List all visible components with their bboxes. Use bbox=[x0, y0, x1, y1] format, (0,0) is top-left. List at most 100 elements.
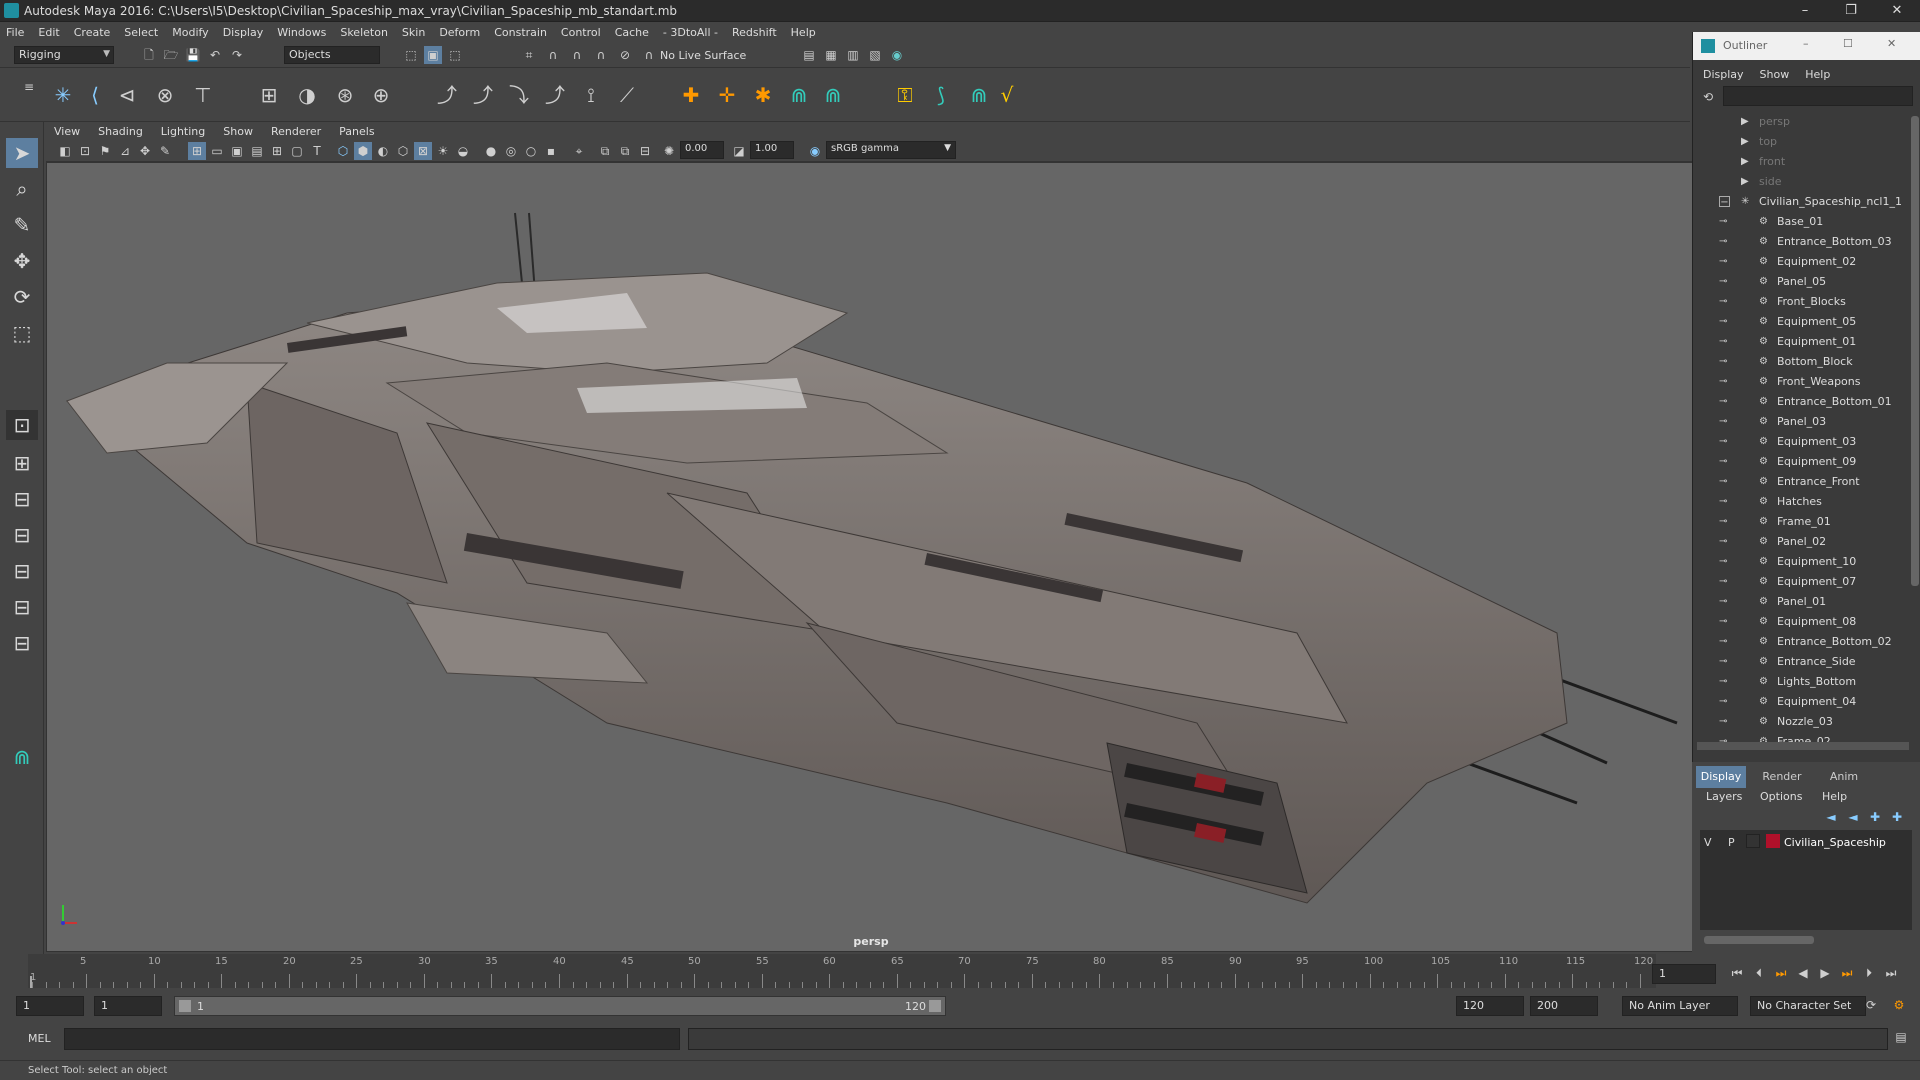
snap-curve-icon[interactable]: ∩ bbox=[544, 46, 562, 64]
motion-blur-icon[interactable]: ◎ bbox=[502, 142, 520, 160]
color-management-icon[interactable]: ◉ bbox=[806, 142, 824, 160]
anim-layer-dropdown[interactable]: No Anim Layer bbox=[1622, 996, 1738, 1016]
minimize-button[interactable]: – bbox=[1782, 0, 1828, 22]
menu-select[interactable]: Select bbox=[124, 26, 158, 39]
menu-help[interactable]: Help bbox=[791, 26, 816, 39]
outliner-item[interactable]: ⊸ ⚙ Entrance_Bottom_03 bbox=[1693, 232, 1911, 252]
field-chart-icon[interactable]: ⊞ bbox=[268, 142, 286, 160]
outliner-item[interactable]: ⊸ ⚙ Entrance_Bottom_01 bbox=[1693, 392, 1911, 412]
screen-space-ao-icon[interactable]: ● bbox=[482, 142, 500, 160]
xray-icon[interactable]: ⧉ bbox=[596, 142, 614, 160]
time-ruler[interactable]: 1 5 10 15 20 25 30 35 40 45 50 55 60 65 70 75 80 85 90 95 10… bbox=[28, 954, 1656, 988]
orient-constraint-icon[interactable]: ✱ bbox=[748, 80, 778, 110]
outliner-item[interactable]: ⊸ ⚙ Lights_Bottom bbox=[1693, 672, 1911, 692]
mirror-joint-icon[interactable]: ⊤ bbox=[188, 80, 218, 110]
bookmark-icon[interactable]: ⚑ bbox=[96, 142, 114, 160]
snap-magnet-icon[interactable]: ∩ bbox=[640, 46, 658, 64]
outliner-menu-show[interactable]: Show bbox=[1760, 68, 1790, 81]
outliner-item[interactable]: ⊸ ⚙ Hatches bbox=[1693, 492, 1911, 512]
outliner-item[interactable]: ⊸ ⚙ Equipment_01 bbox=[1693, 332, 1911, 352]
outliner-item[interactable]: ⊸ ⚙ Entrance_Side bbox=[1693, 652, 1911, 672]
move-layer-up-icon[interactable]: ◄ bbox=[1822, 808, 1840, 826]
viewport-menu-panels[interactable]: Panels bbox=[339, 125, 374, 138]
safe-action-icon[interactable]: ▢ bbox=[288, 142, 306, 160]
go-to-start-icon[interactable]: ⏮ bbox=[1728, 964, 1746, 982]
aim-constraint-icon[interactable]: ✛ bbox=[712, 80, 742, 110]
perspective-viewport[interactable]: persp bbox=[46, 162, 1694, 952]
play-backwards-icon[interactable]: ◀ bbox=[1794, 964, 1812, 982]
safe-title-icon[interactable]: T bbox=[308, 142, 326, 160]
gate-mask-icon[interactable]: ▤ bbox=[248, 142, 266, 160]
image-plane-icon[interactable]: ⊿ bbox=[116, 142, 134, 160]
exposure-icon[interactable]: ✺ bbox=[660, 142, 678, 160]
new-scene-icon[interactable]: 🗋 bbox=[140, 46, 158, 64]
bend-deformer-icon[interactable]: ⤴ bbox=[468, 80, 498, 110]
menu-windows[interactable]: Windows bbox=[277, 26, 326, 39]
anti-aliasing-icon[interactable]: ○ bbox=[522, 142, 540, 160]
character-set-dropdown[interactable]: No Character Set bbox=[1750, 996, 1866, 1016]
viewport-menu-renderer[interactable]: Renderer bbox=[271, 125, 321, 138]
tab-anim[interactable]: Anim bbox=[1816, 766, 1872, 788]
collapse-icon[interactable]: − bbox=[1719, 196, 1730, 208]
grid-icon[interactable]: ⊞ bbox=[188, 142, 206, 160]
snap-grid-icon[interactable]: ⌗ bbox=[520, 46, 538, 64]
step-forward-key-icon[interactable]: ⏭ bbox=[1838, 964, 1856, 982]
layers-menu[interactable]: Layers bbox=[1706, 790, 1742, 803]
outliner-search-input[interactable] bbox=[1723, 86, 1913, 106]
outliner-root-item[interactable]: − ✳ Civilian_Spaceship_ncl1_1 bbox=[1693, 192, 1911, 212]
outliner-maximize-button[interactable]: ☐ bbox=[1843, 37, 1853, 50]
custom-layout-icon[interactable]: ⊟ bbox=[6, 628, 38, 658]
isolate-select-icon[interactable]: ⌖ bbox=[570, 142, 588, 160]
selection-mode-dropdown[interactable]: Objects bbox=[284, 46, 380, 64]
undo-icon[interactable]: ↶ bbox=[206, 46, 224, 64]
exposure-field[interactable]: 0.00 bbox=[680, 141, 724, 159]
shelf-menu-icon[interactable]: ≡ bbox=[20, 78, 38, 96]
insert-joint-icon[interactable]: ⊗ bbox=[150, 80, 180, 110]
command-input[interactable] bbox=[64, 1028, 680, 1050]
outliner-item[interactable]: ⊸ ⚙ Panel_05 bbox=[1693, 272, 1911, 292]
gamma-field[interactable]: 1.00 bbox=[750, 141, 794, 159]
menu-deform[interactable]: Deform bbox=[439, 26, 480, 39]
smooth-shade-icon[interactable]: ⬢ bbox=[354, 142, 372, 160]
ipr-render-icon[interactable]: ▥ bbox=[844, 46, 862, 64]
hik-control-icon[interactable]: ⋒ bbox=[964, 80, 994, 110]
view-transform-dropdown[interactable]: sRGB gamma ▼ bbox=[826, 141, 956, 159]
resolution-gate-icon[interactable]: ▣ bbox=[228, 142, 246, 160]
outliner-minimize-button[interactable]: – bbox=[1803, 37, 1809, 50]
wrap-deformer-icon[interactable]: ⟟ bbox=[576, 80, 606, 110]
point-constraint-icon[interactable]: ✚ bbox=[676, 80, 706, 110]
use-all-lights-icon[interactable]: ☀ bbox=[434, 142, 452, 160]
outliner-item[interactable]: ⊸ ⚙ Equipment_05 bbox=[1693, 312, 1911, 332]
spaceship-model[interactable] bbox=[47, 163, 1694, 952]
menu-file[interactable]: File bbox=[6, 26, 24, 39]
ik-handle-icon[interactable]: ⟨ bbox=[80, 80, 110, 110]
outliner-item[interactable]: ⊸ ⚙ Nozzle_03 bbox=[1693, 712, 1911, 732]
select-object-icon[interactable]: ▣ bbox=[424, 46, 442, 64]
film-gate-icon[interactable]: ▭ bbox=[208, 142, 226, 160]
wireframe-icon[interactable]: ⬡ bbox=[334, 142, 352, 160]
hik-skeleton-icon[interactable]: ⋒ bbox=[818, 80, 848, 110]
bind-skin-icon[interactable]: ⊞ bbox=[254, 80, 284, 110]
animation-preferences-icon[interactable]: ⚙ bbox=[1890, 996, 1908, 1014]
persp-outliner-layout-icon[interactable]: ⊟ bbox=[6, 520, 38, 550]
skin-tool-icon[interactable]: √ bbox=[992, 80, 1022, 110]
outliner-item[interactable]: ⊸ ⚙ Panel_03 bbox=[1693, 412, 1911, 432]
blend-shape-icon[interactable]: ⟆ bbox=[926, 80, 956, 110]
outliner-item[interactable]: ⊸ ⚙ Panel_01 bbox=[1693, 592, 1911, 612]
scene-end-field[interactable]: 200 bbox=[1530, 996, 1598, 1016]
move-layer-down-icon[interactable]: ◄ bbox=[1844, 808, 1862, 826]
quick-layout-icon[interactable]: ⊡ bbox=[6, 410, 38, 440]
playback-start-field[interactable]: 1 bbox=[94, 996, 162, 1016]
viewport-menu-show[interactable]: Show bbox=[223, 125, 253, 138]
snap-point-icon[interactable]: ∩ bbox=[568, 46, 586, 64]
outliner-camera-item[interactable]: ▶ side bbox=[1693, 172, 1911, 192]
persp-hypershade-layout-icon[interactable]: ⊟ bbox=[6, 592, 38, 622]
outliner-item[interactable]: ⊸ ⚙ Equipment_10 bbox=[1693, 552, 1911, 572]
viewport-menu-view[interactable]: View bbox=[54, 125, 80, 138]
create-joint-icon[interactable]: ✳ bbox=[48, 80, 78, 110]
render-view-icon[interactable]: ▧ bbox=[866, 46, 884, 64]
sculpt-deformer-icon[interactable]: ⤴ bbox=[540, 80, 570, 110]
viewport-menu-lighting[interactable]: Lighting bbox=[161, 125, 205, 138]
outliner-camera-item[interactable]: ▶ front bbox=[1693, 152, 1911, 172]
open-scene-icon[interactable]: 🗁 bbox=[162, 46, 180, 64]
